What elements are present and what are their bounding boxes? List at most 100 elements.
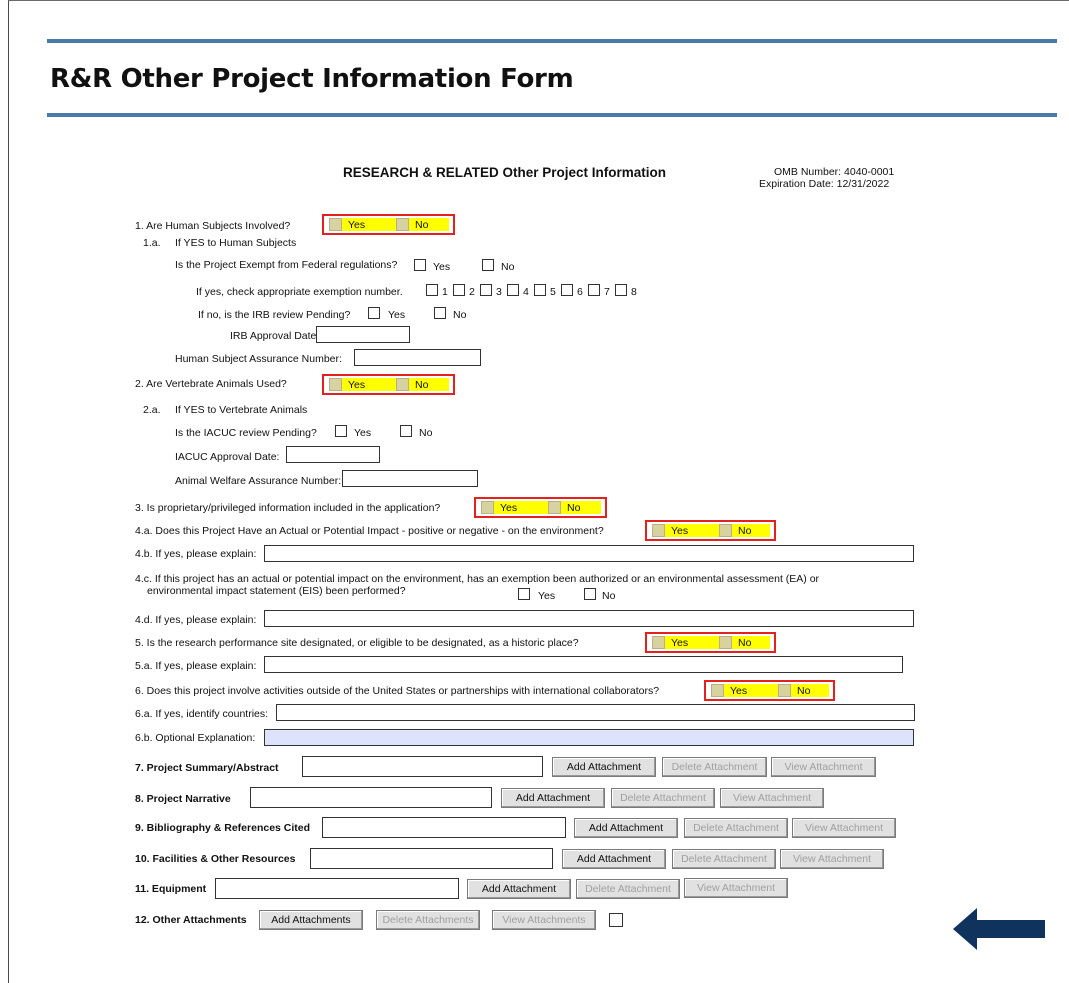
- q3-yes-checkbox[interactable]: [481, 501, 494, 514]
- q6-yes-no-group: Yes No: [704, 680, 835, 701]
- q7-delete-attachment-button[interactable]: Delete Attachment: [662, 757, 767, 777]
- q1a-number: 1.a.: [143, 237, 161, 249]
- highlight: [652, 636, 770, 649]
- q11-file-field[interactable]: [215, 878, 459, 899]
- yes-label: Yes: [433, 261, 451, 273]
- q4d-label: 4.d. If yes, please explain:: [135, 614, 257, 626]
- q10-file-field[interactable]: [310, 848, 553, 869]
- q10-add-attachment-button[interactable]: Add Attachment: [562, 849, 666, 869]
- q8-label: 8. Project Narrative: [135, 793, 231, 805]
- q3-no-checkbox[interactable]: [548, 501, 561, 514]
- q12-delete-attachments-button[interactable]: Delete Attachments: [376, 910, 480, 930]
- exemption-3-label: 3: [496, 286, 502, 298]
- exemption-6-checkbox[interactable]: [561, 284, 573, 296]
- q8-file-field[interactable]: [250, 787, 492, 808]
- q8-view-attachment-button[interactable]: View Attachment: [720, 788, 824, 808]
- q6a-countries-input[interactable]: [276, 704, 915, 721]
- irb-approval-date-input[interactable]: [316, 326, 410, 343]
- exempt-yes-checkbox[interactable]: [414, 259, 426, 271]
- q1-no-checkbox[interactable]: [396, 218, 409, 231]
- irb-pending-yes-checkbox[interactable]: [368, 307, 380, 319]
- q7-file-field[interactable]: [302, 756, 543, 777]
- iacuc-pending-label: Is the IACUC review Pending?: [175, 427, 317, 439]
- q9-delete-attachment-button[interactable]: Delete Attachment: [684, 818, 788, 838]
- q10-label: 10. Facilities & Other Resources: [135, 853, 296, 865]
- q7-view-attachment-button[interactable]: View Attachment: [771, 757, 876, 777]
- q7-add-attachment-button[interactable]: Add Attachment: [552, 757, 656, 777]
- irb-pending-no-checkbox[interactable]: [434, 307, 446, 319]
- q8-delete-attachment-button[interactable]: Delete Attachment: [611, 788, 715, 808]
- q12-view-attachments-button[interactable]: View Attachments: [492, 910, 596, 930]
- animal-welfare-assurance-input[interactable]: [342, 470, 478, 487]
- frame-top-border: [8, 0, 1069, 1]
- human-subject-assurance-input[interactable]: [354, 349, 481, 366]
- q1a-exempt-label: Is the Project Exempt from Federal regul…: [175, 259, 398, 271]
- exemption-8-checkbox[interactable]: [615, 284, 627, 296]
- q11-add-attachment-button[interactable]: Add Attachment: [467, 879, 571, 899]
- no-label: No: [453, 309, 467, 321]
- exemption-5-checkbox[interactable]: [534, 284, 546, 296]
- exemption-2-checkbox[interactable]: [453, 284, 465, 296]
- irb-approval-date-label: IRB Approval Date:: [230, 330, 320, 342]
- q11-delete-attachment-button[interactable]: Delete Attachment: [576, 879, 680, 899]
- exemption-1-label: 1: [442, 286, 448, 298]
- q12-checkbox[interactable]: [609, 913, 623, 927]
- highlight: [481, 501, 601, 514]
- no-label: No: [738, 525, 752, 537]
- no-label: No: [501, 261, 515, 273]
- animal-welfare-assurance-label: Animal Welfare Assurance Number:: [175, 475, 342, 487]
- q6-no-checkbox[interactable]: [778, 684, 791, 697]
- q3-yes-no-group: Yes No: [474, 497, 607, 518]
- q1-yes-checkbox[interactable]: [329, 218, 342, 231]
- q11-view-attachment-button[interactable]: View Attachment: [684, 878, 788, 898]
- q12-add-attachments-button[interactable]: Add Attachments: [259, 910, 363, 930]
- page-title: R&R Other Project Information Form: [50, 64, 574, 94]
- q5a-explain-input[interactable]: [264, 656, 903, 673]
- exemption-7-checkbox[interactable]: [588, 284, 600, 296]
- q4c-yes-checkbox[interactable]: [518, 588, 530, 600]
- q5-yes-no-group: Yes No: [645, 632, 776, 653]
- q4a-no-checkbox[interactable]: [719, 524, 732, 537]
- q2-no-checkbox[interactable]: [396, 378, 409, 391]
- yes-label: Yes: [348, 219, 366, 231]
- no-label: No: [567, 502, 581, 514]
- q9-file-field[interactable]: [322, 817, 566, 838]
- q10-delete-attachment-button[interactable]: Delete Attachment: [672, 849, 776, 869]
- q5-yes-checkbox[interactable]: [652, 636, 665, 649]
- q2-label: 2. Are Vertebrate Animals Used?: [135, 378, 287, 390]
- highlight: [652, 524, 770, 537]
- q5-no-checkbox[interactable]: [719, 636, 732, 649]
- yes-label: Yes: [388, 309, 406, 321]
- exempt-no-checkbox[interactable]: [482, 259, 494, 271]
- q4d-explain-input[interactable]: [264, 610, 914, 627]
- q1-label: 1. Are Human Subjects Involved?: [135, 220, 291, 232]
- q6b-explanation-input[interactable]: [264, 729, 914, 746]
- iacuc-pending-no-checkbox[interactable]: [400, 425, 412, 437]
- iacuc-pending-yes-checkbox[interactable]: [335, 425, 347, 437]
- q7-label: 7. Project Summary/Abstract: [135, 762, 279, 774]
- title-underline: [47, 113, 1057, 117]
- q4c-no-checkbox[interactable]: [584, 588, 596, 600]
- q9-add-attachment-button[interactable]: Add Attachment: [574, 818, 678, 838]
- q6-yes-checkbox[interactable]: [711, 684, 724, 697]
- iacuc-approval-date-input[interactable]: [286, 446, 380, 463]
- expiration-date: Expiration Date: 12/31/2022: [759, 178, 890, 190]
- q4a-yes-no-group: Yes No: [645, 520, 776, 541]
- q12-label: 12. Other Attachments: [135, 914, 247, 926]
- q4b-explain-input[interactable]: [264, 545, 914, 562]
- yes-label: Yes: [348, 379, 366, 391]
- top-rule: [47, 39, 1057, 43]
- no-label: No: [419, 427, 433, 439]
- exemption-1-checkbox[interactable]: [426, 284, 438, 296]
- q4a-yes-checkbox[interactable]: [652, 524, 665, 537]
- q5-label: 5. Is the research performance site desi…: [135, 637, 579, 649]
- exemption-4-checkbox[interactable]: [507, 284, 519, 296]
- q9-view-attachment-button[interactable]: View Attachment: [792, 818, 896, 838]
- q8-add-attachment-button[interactable]: Add Attachment: [501, 788, 605, 808]
- exemption-3-checkbox[interactable]: [480, 284, 492, 296]
- iacuc-approval-date-label: IACUC Approval Date:: [175, 451, 280, 463]
- exemption-7-label: 7: [604, 286, 610, 298]
- left-arrow-icon[interactable]: [953, 908, 1045, 950]
- q2-yes-checkbox[interactable]: [329, 378, 342, 391]
- q10-view-attachment-button[interactable]: View Attachment: [780, 849, 884, 869]
